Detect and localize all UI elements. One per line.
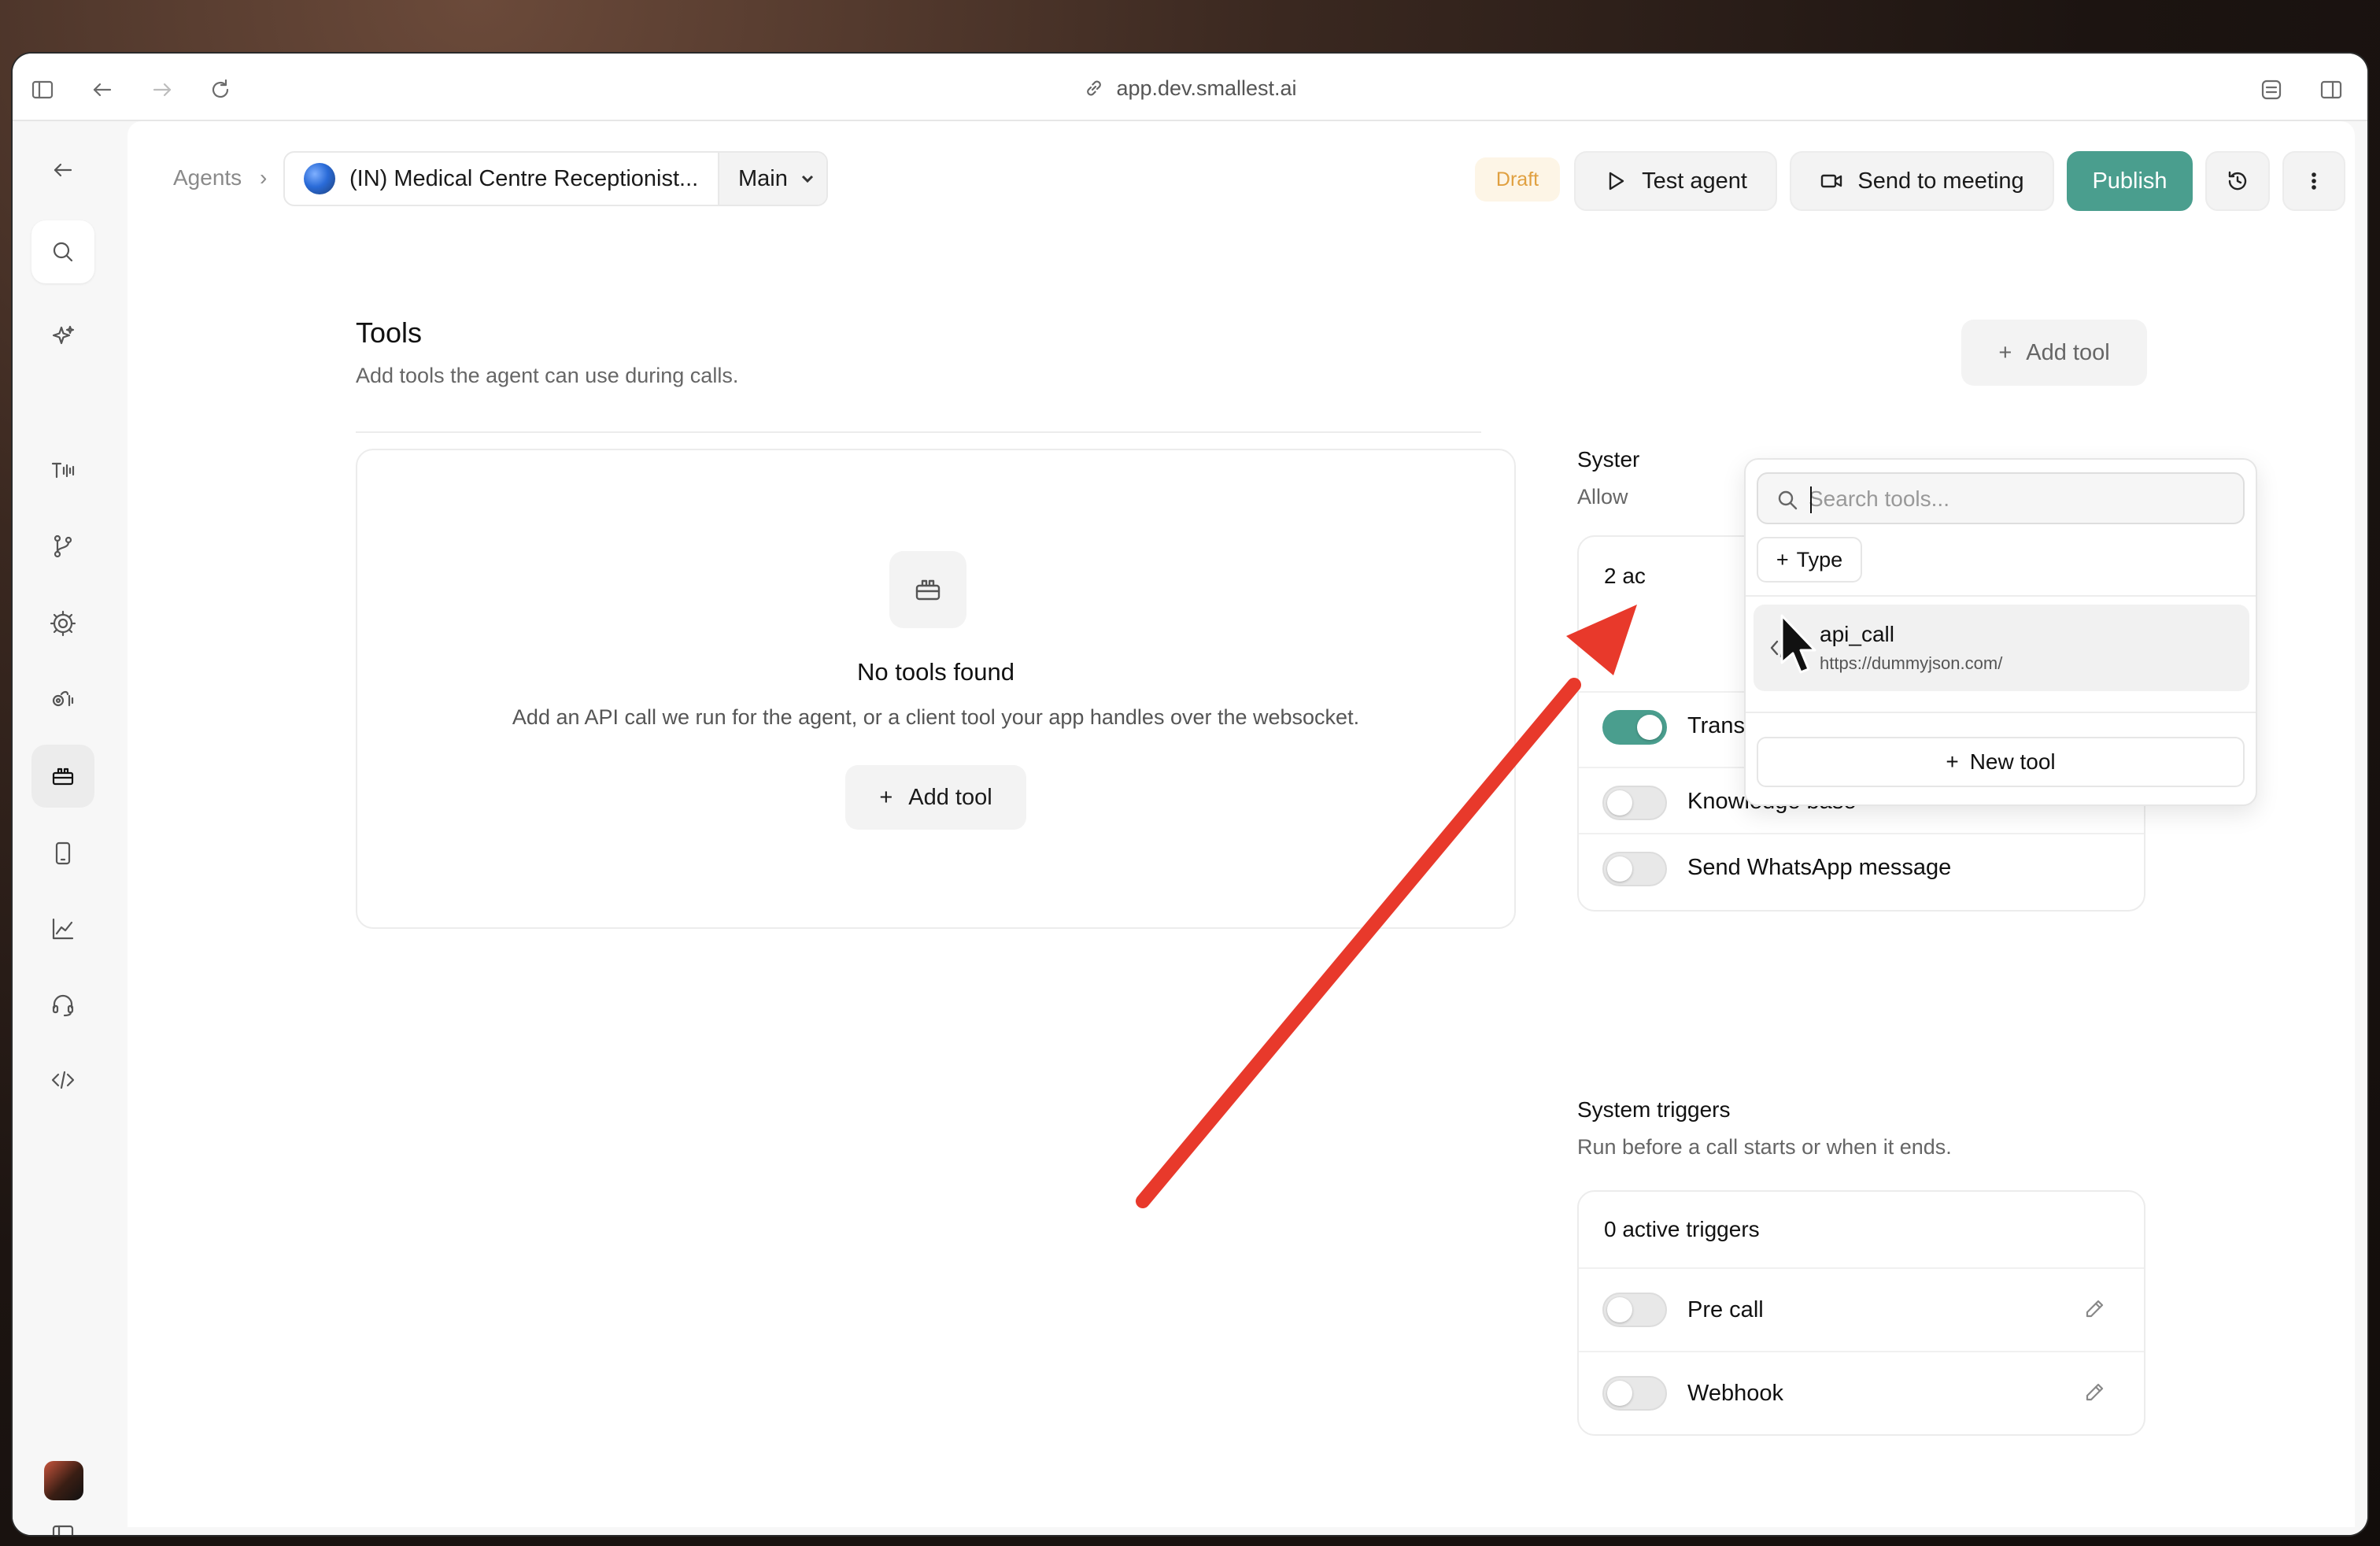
- pre-call-toggle[interactable]: [1602, 1293, 1667, 1327]
- headset-support-icon[interactable]: [31, 973, 94, 1036]
- type-filter-label: Type: [1796, 547, 1843, 571]
- agent-globe-icon: [304, 163, 335, 194]
- test-agent-button[interactable]: Test agent: [1574, 151, 1777, 211]
- main-content: Agents › (IN) Medical Centre Receptionis…: [128, 121, 2355, 1527]
- plus-icon: +: [879, 784, 893, 810]
- system-triggers-card: 0 active triggers Pre call Webhook: [1577, 1190, 2145, 1436]
- text-caret: [1810, 486, 1812, 513]
- empty-state-title: No tools found: [857, 658, 1014, 686]
- voice-agent-icon[interactable]: [31, 668, 94, 730]
- user-avatar[interactable]: [44, 1461, 83, 1500]
- add-tool-dropdown: + Type api_call https://dummyjson.com/ +…: [1744, 458, 2257, 806]
- send-meeting-label: Send to meeting: [1857, 168, 2024, 194]
- trigger-label: Pre call: [1687, 1297, 1764, 1322]
- add-tool-label: Add tool: [2026, 339, 2110, 365]
- trigger-row-webhook: Webhook: [1579, 1351, 2144, 1434]
- url-text: app.dev.smallest.ai: [1116, 76, 1297, 100]
- more-options-button[interactable]: [2282, 151, 2345, 211]
- system-tool-label: Send WhatsApp message: [1687, 855, 1952, 880]
- plus-icon: +: [1946, 749, 1959, 774]
- pencil-edit-icon[interactable]: [2082, 1297, 2106, 1321]
- send-to-meeting-button[interactable]: Send to meeting: [1790, 151, 2054, 211]
- code-icon[interactable]: [31, 1049, 94, 1111]
- agent-selector[interactable]: (IN) Medical Centre Receptionist... Main: [283, 151, 828, 206]
- app-area: Agents › (IN) Medical Centre Receptionis…: [13, 121, 2367, 1535]
- tool-option-api-call[interactable]: api_call https://dummyjson.com/: [1754, 605, 2249, 691]
- nav-rail: [13, 121, 128, 1535]
- dropdown-divider: [1746, 595, 2256, 597]
- tools-toolbox-icon[interactable]: [31, 745, 94, 808]
- empty-state-description: Add an API call we run for the agent, or…: [512, 705, 1360, 729]
- branch-selector[interactable]: Main: [718, 153, 826, 205]
- back-nav-icon[interactable]: [31, 139, 94, 202]
- test-agent-label: Test agent: [1642, 168, 1747, 194]
- history-icon: [2228, 171, 2247, 190]
- tools-title: Tools: [356, 316, 423, 349]
- breadcrumb-chevron-icon: ›: [260, 165, 268, 190]
- section-divider: [356, 431, 1481, 433]
- extension-icon[interactable]: [2259, 77, 2284, 102]
- sparkle-icon[interactable]: [31, 305, 94, 368]
- collapse-sidebar-icon[interactable]: [31, 1511, 94, 1535]
- search-icon: [1778, 490, 1798, 510]
- webhook-toggle[interactable]: [1602, 1376, 1667, 1411]
- trigger-row-pre-call: Pre call: [1579, 1267, 2144, 1351]
- link-icon: [1087, 80, 1102, 96]
- branch-label: Main: [738, 165, 788, 191]
- text-voice-icon[interactable]: [31, 439, 94, 502]
- split-view-icon[interactable]: [2319, 77, 2344, 102]
- pencil-edit-icon[interactable]: [2082, 1381, 2106, 1404]
- system-triggers-subtitle: Run before a call starts or when it ends…: [1577, 1135, 1952, 1159]
- analytics-chart-icon[interactable]: [31, 897, 94, 960]
- settings-gear-icon[interactable]: [31, 592, 94, 655]
- tool-search-box[interactable]: [1757, 472, 2245, 524]
- tool-option-name: api_call: [1820, 622, 1894, 646]
- plus-icon: +: [1776, 547, 1789, 571]
- chevron-down-icon: [801, 175, 813, 183]
- dropdown-divider: [1746, 712, 2256, 713]
- tool-search-input[interactable]: [1809, 482, 2234, 516]
- add-tool-button[interactable]: + Add tool: [1961, 320, 2147, 386]
- breadcrumb-agents[interactable]: Agents: [173, 165, 242, 190]
- triggers-count: 0 active triggers: [1604, 1217, 1760, 1241]
- transfer-call-toggle[interactable]: [1602, 710, 1667, 745]
- status-badge: Draft: [1475, 157, 1560, 202]
- new-tool-label: New tool: [1969, 749, 2056, 774]
- browser-window: app.dev.smallest.ai Agents › (IN) Medica…: [11, 52, 2369, 1537]
- add-tool-empty-label: Add tool: [908, 784, 992, 810]
- system-triggers-title: System triggers: [1577, 1097, 1731, 1122]
- browser-toolbar: app.dev.smallest.ai: [13, 54, 2367, 121]
- version-history-button[interactable]: [2205, 151, 2270, 211]
- workflow-branch-icon[interactable]: [31, 515, 94, 578]
- more-vertical-icon: [2312, 172, 2316, 190]
- video-camera-icon: [1821, 174, 1842, 188]
- type-filter-button[interactable]: + Type: [1757, 537, 1862, 583]
- system-tool-row-whatsapp: Send WhatsApp message: [1579, 833, 2144, 902]
- system-tools-title: Syster: [1577, 447, 1640, 472]
- add-tool-empty-button[interactable]: + Add tool: [845, 765, 1026, 830]
- empty-tools-card: No tools found Add an API call we run fo…: [356, 449, 1516, 929]
- plus-icon: +: [1998, 339, 2012, 365]
- toolbox-icon: [889, 551, 966, 628]
- publish-button[interactable]: Publish: [2067, 151, 2193, 211]
- phone-device-icon[interactable]: [31, 822, 94, 885]
- new-tool-button[interactable]: + New tool: [1757, 737, 2245, 787]
- tool-option-url: https://dummyjson.com/: [1820, 653, 2003, 673]
- system-tools-subtitle: Allow: [1577, 485, 1628, 509]
- code-icon: [1770, 638, 1795, 658]
- search-icon[interactable]: [31, 220, 94, 283]
- tools-subtitle: Add tools the agent can use during calls…: [356, 364, 739, 387]
- trigger-label: Webhook: [1687, 1381, 1783, 1406]
- agent-name: (IN) Medical Centre Receptionist...: [349, 165, 699, 191]
- send-whatsapp-toggle[interactable]: [1602, 852, 1667, 886]
- address-bar[interactable]: app.dev.smallest.ai: [13, 72, 2367, 104]
- play-icon: [1609, 172, 1624, 190]
- system-tools-count: 2 ac: [1604, 564, 1646, 588]
- knowledge-base-toggle[interactable]: [1602, 786, 1667, 820]
